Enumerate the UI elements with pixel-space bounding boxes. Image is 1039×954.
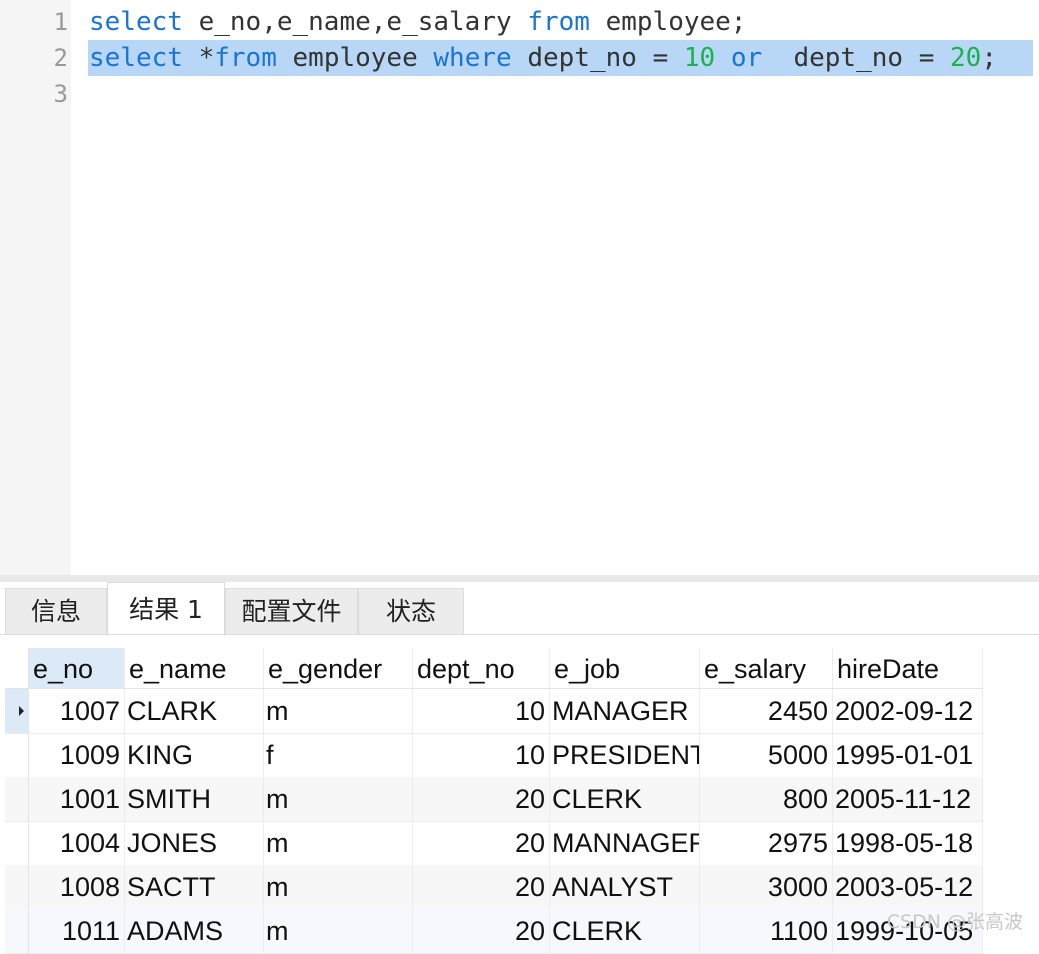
cell-dept_no[interactable]: 10 xyxy=(413,733,550,777)
tab-divider xyxy=(0,634,1039,635)
column-header-e_name[interactable]: e_name xyxy=(125,648,264,688)
line-number: 1 xyxy=(53,8,68,36)
cell-e_name[interactable]: SACTT xyxy=(125,865,264,909)
row-marker[interactable] xyxy=(5,821,29,865)
tab-info[interactable]: 信息 xyxy=(5,588,107,634)
cell-hireDate[interactable]: 1995-01-01 xyxy=(833,733,983,777)
cell-e_no[interactable]: 1001 xyxy=(29,777,125,821)
cell-e_gender[interactable]: m xyxy=(264,777,413,821)
cell-dept_no[interactable]: 20 xyxy=(413,821,550,865)
sql-text: ; xyxy=(981,43,997,73)
sql-keyword: select xyxy=(89,7,183,37)
current-row-arrow-icon xyxy=(19,706,24,716)
cell-e_no[interactable]: 1009 xyxy=(29,733,125,777)
column-header-e_job[interactable]: e_job xyxy=(550,648,700,688)
cell-e_name[interactable]: ADAMS xyxy=(125,909,264,953)
cell-e_name[interactable]: JONES xyxy=(125,821,264,865)
sql-keyword: select xyxy=(89,43,183,73)
cell-e_no[interactable]: 1004 xyxy=(29,821,125,865)
cell-e_job[interactable]: MANAGER xyxy=(550,689,700,733)
table-row[interactable]: 1011 ADAMS m 20 CLERK 1100 1999-10-05 xyxy=(5,909,983,954)
cell-e_salary[interactable]: 1100 xyxy=(700,909,833,953)
row-marker[interactable] xyxy=(5,909,29,953)
cell-e_job[interactable]: ANALYST xyxy=(550,865,700,909)
cell-e_name[interactable]: KING xyxy=(125,733,264,777)
cell-e_salary[interactable]: 800 xyxy=(700,777,833,821)
row-marker[interactable] xyxy=(5,865,29,909)
tab-status[interactable]: 状态 xyxy=(358,588,464,634)
cell-e_name[interactable]: SMITH xyxy=(125,777,264,821)
table-row[interactable]: 1009 KING f 10 PRESIDENT 5000 1995-01-01 xyxy=(5,733,983,778)
column-header-e_salary[interactable]: e_salary xyxy=(700,648,833,688)
cell-e_job[interactable]: MANNAGER xyxy=(550,821,700,865)
cell-e_gender[interactable]: f xyxy=(264,733,413,777)
sql-text: employee xyxy=(276,43,434,73)
cell-e_job[interactable]: CLERK xyxy=(550,777,700,821)
row-marker-header xyxy=(5,648,29,688)
cell-hireDate[interactable]: 1998-05-18 xyxy=(833,821,983,865)
sql-editor[interactable]: 1 2 3 select e_no,e_name,e_salary from e… xyxy=(0,0,1039,575)
line-number: 3 xyxy=(53,80,68,108)
panel-splitter[interactable] xyxy=(0,575,1039,582)
sql-keyword: from xyxy=(527,7,590,37)
cell-dept_no[interactable]: 20 xyxy=(413,909,550,953)
line-number: 2 xyxy=(53,44,68,72)
cell-hireDate[interactable]: 2005-11-12 xyxy=(833,777,983,821)
cell-e_gender[interactable]: m xyxy=(264,909,413,953)
cell-e_no[interactable]: 1011 xyxy=(29,909,125,953)
cell-e_job[interactable]: CLERK xyxy=(550,909,700,953)
sql-number: 10 xyxy=(683,43,716,73)
watermark: CSDN @张高波 xyxy=(886,911,1023,933)
column-header-hireDate[interactable]: hireDate xyxy=(833,648,983,688)
column-header-e_gender[interactable]: e_gender xyxy=(264,648,413,688)
code-line-1[interactable]: select e_no,e_name,e_salary from employe… xyxy=(89,4,746,40)
row-marker[interactable] xyxy=(5,733,29,777)
cell-e_salary[interactable]: 2450 xyxy=(700,689,833,733)
cell-dept_no[interactable]: 10 xyxy=(413,689,550,733)
cell-e_gender[interactable]: m xyxy=(264,689,413,733)
cell-hireDate[interactable]: 2003-05-12 xyxy=(833,865,983,909)
sql-keyword: or xyxy=(730,43,763,73)
tab-profile[interactable]: 配置文件 xyxy=(225,588,358,634)
cell-e_gender[interactable]: m xyxy=(264,821,413,865)
cell-e_no[interactable]: 1007 xyxy=(29,689,125,733)
column-header-e_no[interactable]: e_no xyxy=(29,648,125,688)
sql-text: e_no,e_name,e_salary xyxy=(182,7,528,37)
sql-text: employee; xyxy=(589,7,747,37)
cell-e_gender[interactable]: m xyxy=(264,865,413,909)
row-marker[interactable] xyxy=(5,689,29,733)
cell-e_salary[interactable]: 2975 xyxy=(700,821,833,865)
table-row[interactable]: 1007 CLARK m 10 MANAGER 2450 2002-09-12 xyxy=(5,689,983,734)
result-tab-bar: 信息 结果 1 配置文件 状态 xyxy=(0,582,1039,636)
cell-dept_no[interactable]: 20 xyxy=(413,777,550,821)
code-line-2[interactable]: select *from employee where dept_no = 10… xyxy=(88,40,1033,76)
sql-keyword: from xyxy=(214,43,277,73)
row-marker[interactable] xyxy=(5,777,29,821)
line-number-gutter: 1 2 3 xyxy=(0,0,71,575)
cell-e_job[interactable]: PRESIDENT xyxy=(550,733,700,777)
cell-e_salary[interactable]: 5000 xyxy=(700,733,833,777)
sql-text: * xyxy=(182,43,215,73)
sql-text: dept_no = xyxy=(511,43,684,73)
grid-header-row: e_no e_name e_gender dept_no e_job e_sal… xyxy=(5,648,983,689)
table-row[interactable]: 1008 SACTT m 20 ANALYST 3000 2003-05-12 xyxy=(5,865,983,910)
table-row[interactable]: 1004 JONES m 20 MANNAGER 2975 1998-05-18 xyxy=(5,821,983,866)
tab-result-1[interactable]: 结果 1 xyxy=(107,582,225,636)
cell-dept_no[interactable]: 20 xyxy=(413,865,550,909)
sql-number: 20 xyxy=(950,43,982,73)
cell-e_salary[interactable]: 3000 xyxy=(700,865,833,909)
sql-text: dept_no = xyxy=(762,43,950,73)
cell-e_no[interactable]: 1008 xyxy=(29,865,125,909)
sql-keyword: where xyxy=(433,43,512,73)
column-header-dept_no[interactable]: dept_no xyxy=(413,648,550,688)
cell-hireDate[interactable]: 2002-09-12 xyxy=(833,689,983,733)
table-row[interactable]: 1001 SMITH m 20 CLERK 800 2005-11-12 xyxy=(5,777,983,822)
cell-e_name[interactable]: CLARK xyxy=(125,689,264,733)
